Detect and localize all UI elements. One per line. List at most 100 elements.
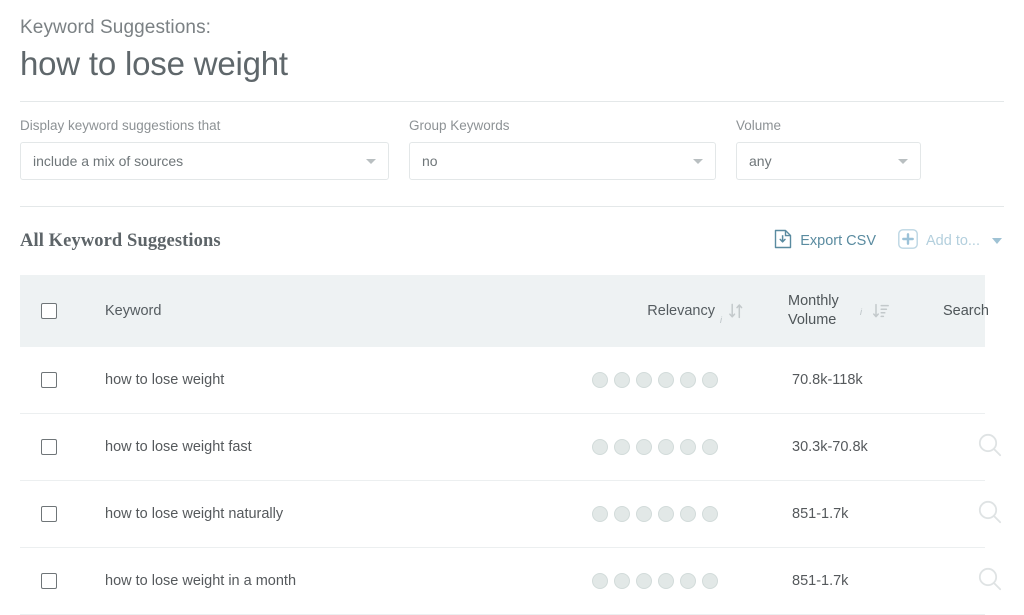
column-header-relevancy[interactable]: Relevancy i bbox=[584, 298, 750, 325]
row-checkbox[interactable] bbox=[41, 506, 57, 523]
relevancy-dot bbox=[592, 439, 608, 456]
row-checkbox[interactable] bbox=[41, 372, 57, 389]
relevancy-dot bbox=[614, 439, 630, 456]
row-checkbox[interactable] bbox=[41, 439, 57, 456]
row-search-cell bbox=[947, 432, 1024, 463]
row-relevancy-cell bbox=[584, 372, 752, 389]
export-csv-button[interactable]: Export CSV bbox=[774, 229, 876, 253]
relevancy-dot bbox=[702, 372, 718, 389]
relevancy-dot bbox=[636, 573, 652, 590]
filter-group-keywords-label: Group Keywords bbox=[409, 117, 510, 133]
row-keyword-label[interactable]: how to lose weight bbox=[105, 372, 224, 388]
plus-icon bbox=[898, 229, 918, 253]
relevancy-dot bbox=[680, 439, 696, 456]
filter-group-keywords: Group Keywords no bbox=[409, 117, 716, 181]
relevancy-dot bbox=[636, 372, 652, 389]
relevancy-dot bbox=[614, 506, 630, 523]
row-keyword-cell: how to lose weight naturally bbox=[78, 505, 584, 523]
row-keyword-label[interactable]: how to lose weight naturally bbox=[105, 506, 283, 522]
row-relevancy-cell bbox=[584, 506, 752, 523]
magnifier-icon[interactable] bbox=[977, 566, 1003, 597]
add-to-label: Add to... bbox=[925, 233, 980, 250]
relevancy-dot bbox=[658, 573, 674, 590]
row-volume-label: 851-1.7k bbox=[792, 506, 849, 523]
row-search-cell bbox=[947, 566, 1024, 597]
chevron-down-icon bbox=[366, 159, 376, 165]
relevancy-dot bbox=[702, 506, 718, 523]
relevancy-dot bbox=[636, 506, 652, 523]
row-relevancy-cell bbox=[584, 573, 752, 590]
relevancy-dot bbox=[658, 372, 674, 389]
section-actions: Export CSV Add to... bbox=[774, 229, 1002, 253]
row-search-cell bbox=[947, 499, 1024, 530]
keyword-suggestions-table: Keyword Relevancy i Monthly Volume i Sea… bbox=[20, 275, 1002, 615]
table-row[interactable]: how to lose weight naturally 851-1.7k bbox=[20, 481, 1002, 549]
row-volume-cell: 851-1.7k bbox=[752, 573, 947, 589]
row-select-cell bbox=[20, 506, 78, 523]
table-body: how to lose weight 70.8k-118k how to lose … bbox=[20, 347, 1002, 615]
table-header-row: Keyword Relevancy i Monthly Volume i Sea… bbox=[20, 275, 989, 348]
column-header-monthly-volume-label: Monthly Volume bbox=[788, 292, 860, 331]
row-keyword-label[interactable]: how to lose weight fast bbox=[105, 439, 252, 455]
relevancy-dot bbox=[614, 573, 630, 590]
column-header-keyword[interactable]: Keyword bbox=[78, 302, 584, 321]
relevancy-dots bbox=[592, 506, 718, 523]
monthly-volume-line-2: Volume bbox=[788, 312, 837, 329]
relevancy-dot bbox=[592, 506, 608, 523]
relevancy-dot bbox=[592, 372, 608, 389]
relevancy-dot bbox=[658, 439, 674, 456]
row-select-cell bbox=[20, 573, 78, 590]
filter-sources-label: Display keyword suggestions that bbox=[20, 117, 221, 133]
page-header: Keyword Suggestions: how to lose weight bbox=[0, 0, 1024, 84]
row-keyword-cell: how to lose weight in a month bbox=[78, 572, 584, 590]
row-volume-label: 70.8k-118k bbox=[792, 372, 863, 389]
monthly-volume-line-1: Monthly bbox=[788, 292, 839, 309]
filter-volume-label: Volume bbox=[736, 117, 782, 133]
table-row[interactable]: how to lose weight fast 30.3k-70.8k bbox=[20, 414, 1002, 482]
document-download-icon bbox=[774, 229, 792, 253]
magnifier-icon[interactable] bbox=[977, 499, 1003, 530]
relevancy-dot bbox=[658, 506, 674, 523]
filters-bar: Display keyword suggestions that include… bbox=[0, 102, 1024, 181]
magnifier-icon[interactable] bbox=[977, 432, 1003, 463]
volume-select[interactable]: any bbox=[736, 142, 921, 181]
filter-volume: Volume any bbox=[736, 117, 921, 181]
row-volume-cell: 30.3k-70.8k bbox=[752, 439, 947, 455]
row-select-cell bbox=[20, 439, 78, 456]
relevancy-dot bbox=[680, 573, 696, 590]
column-header-search: Search bbox=[943, 303, 1024, 319]
column-header-keyword-label: Keyword bbox=[105, 302, 162, 319]
relevancy-dot bbox=[680, 372, 696, 389]
relevancy-dot bbox=[592, 573, 608, 590]
relevancy-dot bbox=[702, 573, 718, 590]
relevancy-dot bbox=[702, 439, 718, 456]
group-keywords-select[interactable]: no bbox=[409, 142, 716, 181]
select-all-checkbox[interactable] bbox=[41, 303, 57, 320]
row-relevancy-cell bbox=[584, 439, 752, 456]
table-row[interactable]: how to lose weight 70.8k-118k bbox=[20, 347, 985, 415]
row-checkbox[interactable] bbox=[41, 573, 57, 590]
keyword-suggestions-page: Keyword Suggestions: how to lose weight … bbox=[0, 0, 1024, 615]
row-volume-cell: 851-1.7k bbox=[752, 506, 947, 522]
section-bar: All Keyword Suggestions Export CSV Add t… bbox=[0, 207, 1024, 253]
relevancy-dot bbox=[636, 439, 652, 456]
info-icon[interactable]: i bbox=[860, 307, 862, 317]
row-keyword-label[interactable]: how to lose weight in a month bbox=[105, 573, 296, 589]
column-header-monthly-volume[interactable]: Monthly Volume i bbox=[750, 292, 943, 331]
section-title: All Keyword Suggestions bbox=[20, 230, 221, 251]
info-icon[interactable]: i bbox=[720, 315, 722, 325]
relevancy-dot bbox=[614, 372, 630, 389]
row-select-cell bbox=[20, 372, 78, 389]
select-all-cell bbox=[20, 303, 78, 320]
relevancy-dots bbox=[592, 372, 718, 389]
export-csv-label: Export CSV bbox=[800, 233, 876, 250]
table-row[interactable]: how to lose weight in a month 851-1.7k bbox=[20, 548, 1002, 615]
column-header-relevancy-label: Relevancy bbox=[647, 302, 715, 319]
sources-select[interactable]: include a mix of sources bbox=[20, 142, 389, 181]
sort-descending-icon[interactable] bbox=[872, 302, 890, 320]
row-keyword-cell: how to lose weight bbox=[78, 371, 584, 389]
chevron-down-icon bbox=[992, 238, 1002, 245]
group-keywords-select-value: no bbox=[422, 153, 438, 170]
add-to-button[interactable]: Add to... bbox=[898, 229, 1002, 253]
sort-ascending-descending-icon[interactable] bbox=[728, 302, 744, 320]
